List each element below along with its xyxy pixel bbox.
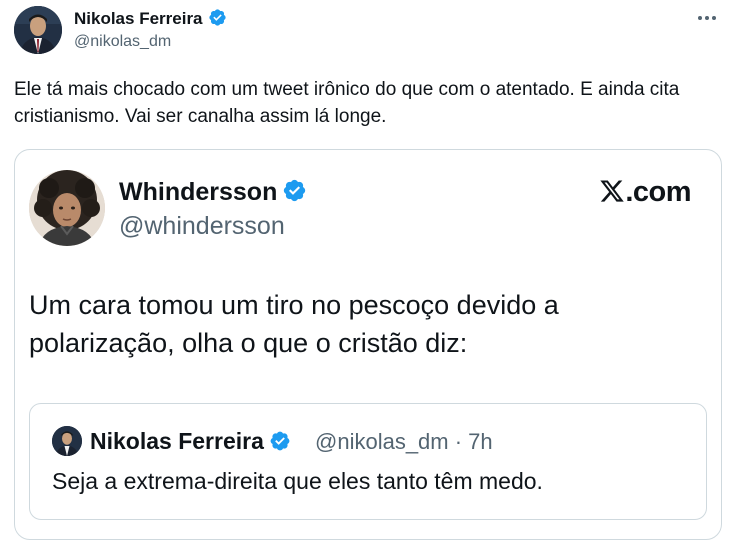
author-avatar[interactable]: [14, 6, 62, 54]
verified-icon: [282, 178, 307, 210]
more-options-button[interactable]: [692, 6, 722, 30]
embedded-tweet-card[interactable]: Whindersson @whindersson .com Um cara to…: [14, 149, 722, 540]
x-com-brand[interactable]: .com: [599, 176, 691, 212]
brand-text: .com: [625, 176, 691, 208]
quote-author-name[interactable]: Nikolas Ferreira: [90, 428, 291, 458]
tweet-text: Ele tá mais chocado com um tweet irônico…: [14, 79, 680, 127]
tweet: Nikolas Ferreira @nikolas_dm Ele tá mais…: [0, 0, 738, 550]
verified-icon: [208, 8, 227, 32]
author-name-text[interactable]: Nikolas Ferreira: [74, 9, 203, 28]
embed-author-name[interactable]: Whindersson: [119, 178, 307, 210]
x-logo-icon: [599, 178, 625, 212]
more-icon: [698, 16, 702, 20]
verified-icon: [269, 430, 291, 458]
quote-author-handle-time[interactable]: @nikolas_dm · 7h: [315, 429, 493, 455]
more-icon-dot: [705, 16, 709, 20]
quoted-tweet[interactable]: Nikolas Ferreira @nikolas_dm · 7h Seja a…: [29, 403, 707, 520]
author-name[interactable]: Nikolas Ferreira: [74, 8, 227, 32]
embed-author-handle[interactable]: @whindersson: [119, 212, 285, 241]
quote-author-name-text[interactable]: Nikolas Ferreira: [90, 428, 264, 454]
author-handle[interactable]: @nikolas_dm: [74, 33, 171, 51]
quote-text: Seja a extrema-direita que eles tanto tê…: [52, 468, 543, 494]
embed-author-avatar[interactable]: [29, 170, 105, 246]
embed-tweet-text: Um cara tomou um tiro no pescoço devido …: [29, 290, 559, 358]
embed-author-name-text[interactable]: Whindersson: [119, 178, 277, 206]
quote-author-avatar[interactable]: [52, 426, 82, 456]
more-icon-dot: [712, 16, 716, 20]
